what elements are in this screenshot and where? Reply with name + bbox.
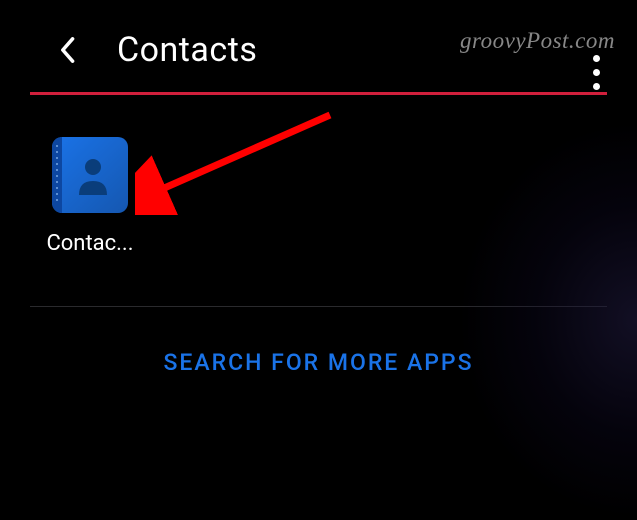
app-result-contacts[interactable]: Contac... — [40, 137, 140, 256]
kebab-dot-icon — [593, 69, 600, 76]
search-results: Contac... — [0, 95, 637, 256]
person-icon — [75, 155, 111, 195]
search-more-apps-button[interactable]: SEARCH FOR MORE APPS — [0, 307, 637, 376]
kebab-dot-icon — [593, 83, 600, 90]
app-result-label: Contac... — [46, 231, 133, 256]
book-spine-icon — [52, 137, 62, 213]
page-title: Contacts — [117, 30, 257, 70]
contacts-app-icon — [52, 137, 128, 213]
more-options-button[interactable] — [588, 50, 605, 95]
back-button[interactable] — [55, 38, 79, 62]
chevron-left-icon — [58, 36, 76, 64]
header-bar: Contacts — [0, 0, 637, 90]
kebab-dot-icon — [593, 55, 600, 62]
